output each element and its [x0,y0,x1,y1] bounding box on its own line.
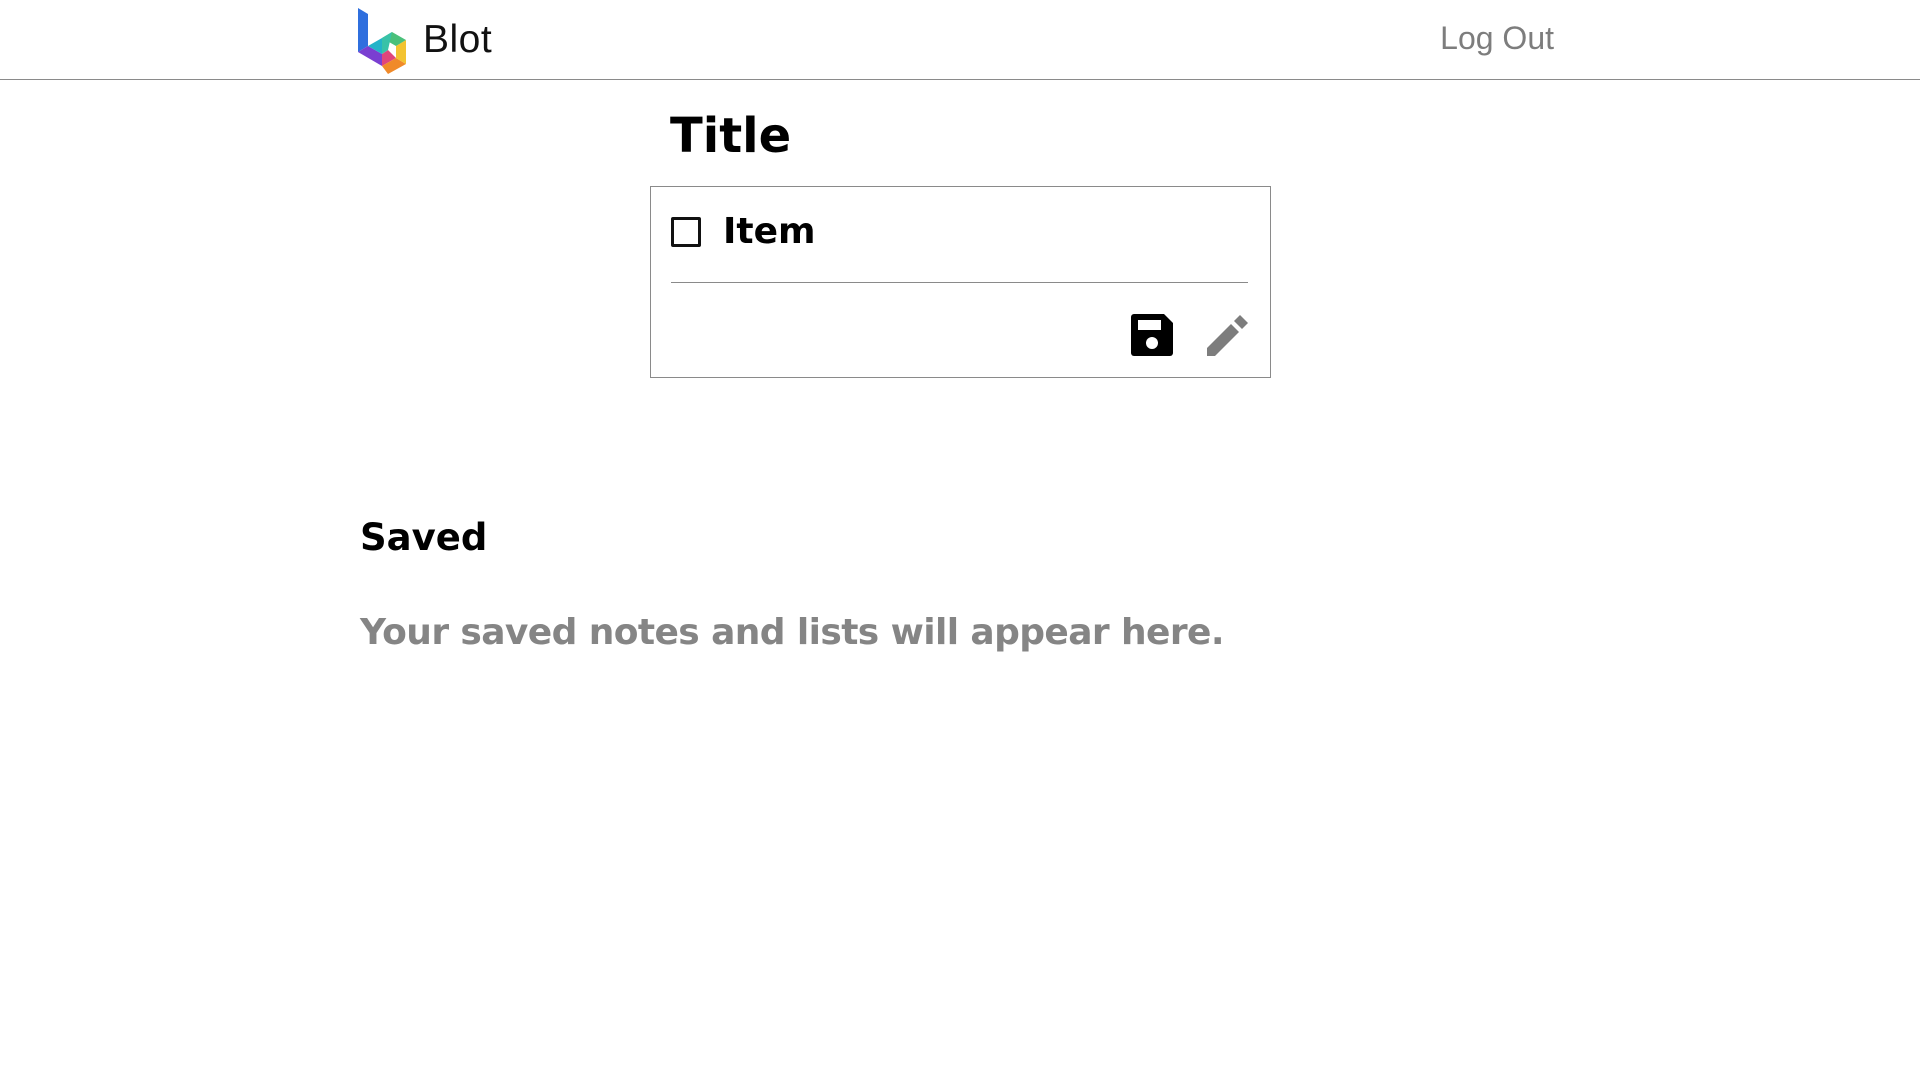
top-navbar: Blot Log Out [0,0,1920,80]
brand-link[interactable]: Blot [358,6,492,74]
item-label[interactable]: Item [723,211,816,252]
note-card: Item [650,186,1271,378]
brand-name: Blot [423,18,493,61]
floppy-disk-icon[interactable] [1131,314,1173,356]
saved-section-heading: Saved [360,516,488,559]
item-checkbox[interactable] [671,216,701,247]
note-title[interactable]: Title [670,108,791,164]
list-item: Item [671,211,816,252]
card-divider [671,282,1248,283]
blot-logo-icon [358,8,406,74]
log-out-link[interactable]: Log Out [1440,20,1554,57]
saved-empty-message: Your saved notes and lists will appear h… [360,612,1225,653]
pencil-icon[interactable] [1205,314,1249,358]
